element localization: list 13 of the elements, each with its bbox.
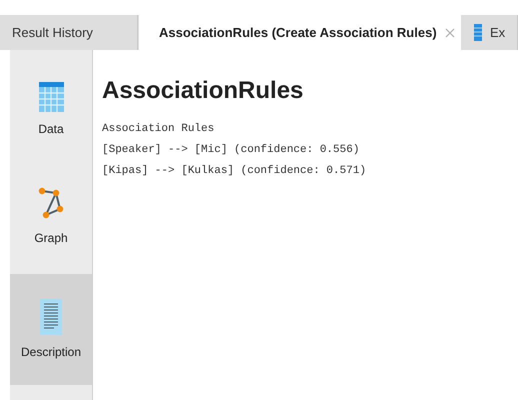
page-title: AssociationRules <box>102 76 304 106</box>
close-icon[interactable] <box>444 28 455 38</box>
output-line: [Kipas] --> [Kulkas] (confidence: 0.571) <box>102 164 366 179</box>
table-icon <box>38 82 64 112</box>
output-line: [Speaker] --> [Mic] (confidence: 0.556) <box>102 143 360 158</box>
sidebar-item[interactable]: Data <box>10 60 92 160</box>
graph-icon <box>38 187 64 221</box>
tab[interactable]: AssociationRules (Create Association Rules) <box>139 15 461 50</box>
sidebar-item[interactable]: Graph <box>10 160 92 274</box>
sidebar-item[interactable]: Description <box>10 274 92 385</box>
bar-icon <box>474 24 482 41</box>
document-icon <box>40 298 62 334</box>
output-line: Association Rules <box>102 122 214 137</box>
